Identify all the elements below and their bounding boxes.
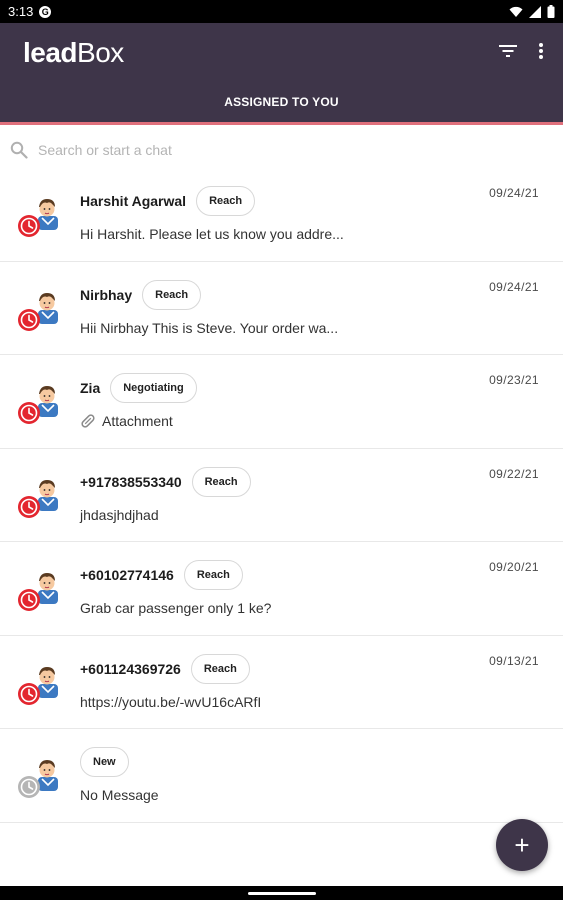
attachment-icon	[81, 414, 95, 428]
clock-icon	[18, 776, 40, 798]
home-gesture-handle[interactable]	[248, 892, 316, 895]
message-date: 09/23/21	[489, 373, 539, 387]
last-message: Hii Nirbhay This is Steve. Your order wa…	[80, 319, 339, 336]
add-icon: +	[514, 829, 530, 860]
message-date: 09/13/21	[489, 653, 539, 668]
wifi-icon	[509, 6, 523, 17]
stage-badge[interactable]: Reach	[142, 279, 202, 310]
chat-row[interactable]: New No Message	[0, 729, 563, 823]
clock-icon	[18, 495, 40, 518]
last-message: jhdasjhdjhad	[80, 506, 159, 523]
chat-row[interactable]: +917838553340 Reach 09/22/21 jhdasjhdjha…	[0, 449, 563, 542]
battery-icon	[547, 5, 555, 18]
last-message: Attachment	[80, 413, 173, 429]
signal-icon	[529, 5, 541, 18]
last-message: No Message	[80, 787, 159, 803]
clock-icon	[18, 215, 40, 237]
chat-list: Harshit Agarwal Reach 09/24/21 Hi Harshi…	[0, 168, 563, 823]
app-notification-icon: G	[39, 5, 52, 18]
system-navigation-bar	[0, 886, 563, 900]
chat-row[interactable]: +60102774146 Reach 09/20/21 Grab car pas…	[0, 542, 563, 636]
search-bar[interactable]	[0, 128, 563, 172]
status-bar: 3:13 G	[0, 0, 563, 23]
clock-icon	[18, 308, 40, 331]
more-options-icon[interactable]	[539, 43, 543, 59]
search-icon	[10, 141, 28, 159]
status-time: 3:13	[8, 4, 34, 19]
contact-name: +917838553340	[80, 473, 182, 490]
stage-badge[interactable]: Reach	[196, 186, 256, 216]
stage-badge[interactable]: Reach	[191, 466, 251, 497]
app-bar: leadBox ASSIGNED TO YOU	[0, 23, 563, 125]
clock-icon	[18, 682, 40, 705]
stage-badge[interactable]: Reach	[183, 560, 243, 590]
stage-badge[interactable]: New	[80, 747, 129, 777]
message-date: 09/22/21	[489, 466, 539, 481]
last-message: Hi Harshit. Please let us know you addre…	[80, 226, 344, 242]
clock-icon	[18, 589, 40, 611]
stage-badge[interactable]: Negotiating	[110, 373, 197, 403]
chat-row[interactable]: Zia Negotiating 09/23/21 Attachment	[0, 355, 563, 449]
message-date: 09/24/21	[489, 186, 539, 200]
chat-row[interactable]: Harshit Agarwal Reach 09/24/21 Hi Harshi…	[0, 168, 563, 262]
chat-row[interactable]: Nirbhay Reach 09/24/21 Hii Nirbhay This …	[0, 262, 563, 355]
clock-icon	[18, 402, 40, 424]
contact-name: Harshit Agarwal	[80, 193, 187, 209]
app-logo: leadBox	[23, 37, 124, 68]
last-message: https://youtu.be/-wvU16cARfI	[80, 693, 262, 710]
contact-name: +601124369726	[80, 660, 181, 677]
contact-name: +60102774146	[80, 567, 174, 583]
search-input[interactable]	[38, 142, 518, 158]
filter-icon[interactable]	[499, 44, 517, 58]
new-chat-button[interactable]: +	[496, 819, 548, 871]
last-message: Grab car passenger only 1 ke?	[80, 600, 272, 616]
message-date: 09/20/21	[489, 560, 539, 574]
stage-badge[interactable]: Reach	[190, 653, 250, 684]
contact-name: Nirbhay	[80, 286, 133, 303]
tab-assigned-to-you[interactable]: ASSIGNED TO YOU	[0, 95, 563, 109]
chat-row[interactable]: +601124369726 Reach 09/13/21 https://you…	[0, 636, 563, 729]
message-date: 09/24/21	[489, 279, 539, 294]
contact-name: Zia	[80, 380, 101, 396]
